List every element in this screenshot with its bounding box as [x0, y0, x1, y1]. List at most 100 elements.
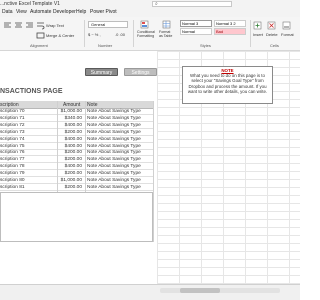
align-right-icon[interactable]	[25, 21, 34, 30]
note-text: What you need to do on this page is to s…	[187, 73, 268, 94]
table-row[interactable]: scription 71 $340.00 Note About Savings Ty…	[0, 116, 153, 122]
row-note: Note About Savings Type	[87, 178, 141, 183]
page-title: NSACTIONS PAGE	[0, 88, 63, 95]
decimal-buttons[interactable]: .0 .00	[115, 32, 125, 37]
ribbon-separator	[250, 20, 251, 47]
horizontal-scrollbar[interactable]	[160, 288, 280, 293]
style-normal32[interactable]: Normal 3 2	[214, 20, 246, 27]
row-amount: $400.00	[64, 136, 82, 142]
row-description: scription 72	[0, 122, 25, 128]
row-description: scription 75	[0, 143, 25, 149]
column-divider	[153, 101, 154, 242]
worksheet[interactable]: Summary Settings NOTE What you need to d…	[0, 51, 300, 284]
table-row[interactable]: scription 72 $400.00 Note About Savings Ty…	[0, 123, 153, 129]
note-box: NOTE What you need to do on this page is…	[182, 66, 273, 104]
ribbon: Wrap Text Merge & Center Alignment Gener…	[0, 17, 300, 51]
row-note: Note About Savings Type	[87, 184, 141, 190]
row-note: Note About Savings Type	[87, 150, 141, 156]
table-row[interactable]: scription 80 $1,000.00 Note About Savings …	[0, 178, 153, 184]
table-row[interactable]: scription 76 $200.00 Note About Savings Ty…	[0, 150, 153, 157]
align-center-icon[interactable]	[14, 21, 23, 30]
row-note: Note About Savings Type	[87, 136, 141, 142]
settings-button[interactable]: Settings	[124, 68, 157, 76]
group-styles-label: Styles	[200, 43, 211, 48]
blank-table-area[interactable]	[0, 192, 153, 242]
table-row[interactable]: scription 79 $200.00 Note About Savings Ty…	[0, 171, 153, 178]
table-row[interactable]: scription 75 $400.00 Note About Savings Ty…	[0, 144, 153, 150]
row-description: scription 73	[0, 129, 25, 135]
table-row[interactable]: scription 70 $1,000.00 Note About Savings …	[0, 109, 153, 115]
style-normal3[interactable]: Normal 3	[180, 20, 212, 27]
format-cells-icon	[282, 21, 291, 30]
row-amount: $340.00	[64, 115, 82, 121]
table-header: scription Amount Note	[0, 101, 153, 109]
group-number-label: Number	[98, 43, 113, 48]
title-bar: ...nctive Excel Template V1 ⌕	[0, 0, 300, 8]
row-description: scription 76	[0, 150, 25, 156]
header-amount: Amount	[63, 102, 81, 108]
delete-cells-icon	[267, 21, 276, 30]
row-note: Note About Savings Type	[87, 143, 141, 149]
scrollbar-thumb[interactable]	[180, 288, 220, 293]
conditional-formatting-button[interactable]: Conditional Formatting	[137, 30, 155, 38]
style-normal[interactable]: Normal	[180, 28, 212, 35]
row-amount: $200.00	[64, 150, 82, 156]
wrap-text-icon	[37, 22, 45, 30]
table-row[interactable]: scription 74 $400.00 Note About Savings Ty…	[0, 137, 153, 143]
row-description: scription 70	[0, 109, 25, 114]
row-amount: $1,000.00	[60, 178, 82, 183]
insert-button[interactable]: Insert	[253, 32, 263, 37]
row-note: Note About Savings Type	[87, 157, 141, 163]
table-row[interactable]: scription 77 $200.00 Note About Savings Ty…	[0, 157, 153, 164]
group-cells-label: Cells	[270, 43, 279, 48]
merge-icon	[36, 32, 45, 39]
tab-view[interactable]: View	[16, 8, 27, 17]
delete-button[interactable]: Delete	[266, 32, 278, 37]
summary-button[interactable]: Summary	[85, 68, 118, 76]
row-note: Note About Savings Type	[87, 109, 141, 114]
row-description: scription 77	[0, 157, 25, 163]
row-amount: $200.00	[64, 129, 82, 135]
row-description: scription 80	[0, 178, 25, 183]
tab-help[interactable]: Help	[76, 8, 86, 17]
format-as-table-button[interactable]: Format as Table	[159, 30, 175, 38]
row-amount: $400.00	[64, 164, 82, 170]
row-note: Note About Savings Type	[87, 122, 141, 128]
table-row[interactable]: scription 78 $400.00 Note About Savings Ty…	[0, 164, 153, 171]
currency-button[interactable]: $ ~ % ,	[88, 32, 101, 37]
row-amount: $200.00	[64, 171, 82, 177]
merge-center-button[interactable]: Merge & Center	[46, 33, 74, 38]
row-amount: $1,000.00	[60, 109, 82, 114]
table-row[interactable]: scription 73 $200.00 Note About Savings Ty…	[0, 130, 153, 136]
header-description: scription	[0, 102, 19, 108]
search-icon: ⌕	[155, 1, 158, 7]
ribbon-tabs: Data View Automate Developer Help Power …	[0, 8, 300, 17]
ribbon-separator	[133, 20, 134, 47]
align-left-icon[interactable]	[3, 21, 12, 30]
ribbon-separator	[84, 20, 85, 47]
row-note: Note About Savings Type	[87, 164, 141, 170]
row-amount: $400.00	[64, 143, 82, 149]
row-description: scription 74	[0, 136, 25, 142]
style-bad[interactable]: Bad	[214, 28, 246, 35]
format-button[interactable]: Format	[281, 32, 294, 37]
row-description: scription 71	[0, 115, 25, 121]
group-alignment-label: Alignment	[30, 43, 48, 48]
format-as-table-icon	[162, 20, 171, 29]
tab-power-pivot[interactable]: Power Pivot	[90, 8, 117, 17]
header-note: Note	[87, 102, 98, 108]
row-amount: $400.00	[64, 122, 82, 128]
row-amount: $200.00	[64, 157, 82, 163]
row-note: Note About Savings Type	[87, 171, 141, 177]
search-box[interactable]: ⌕	[152, 1, 232, 7]
wrap-text-button[interactable]: Wrap Text	[46, 23, 64, 28]
table-row[interactable]: scription 81 $200.00 Note About Savings Ty…	[0, 185, 153, 191]
tab-data[interactable]: Data	[2, 8, 13, 17]
row-description: scription 79	[0, 171, 25, 177]
row-description: scription 78	[0, 164, 25, 170]
tab-automate[interactable]: Automate	[30, 8, 51, 17]
status-bar	[0, 284, 300, 300]
row-amount: $200.00	[64, 184, 82, 190]
tab-developer[interactable]: Developer	[53, 8, 76, 17]
number-format-select[interactable]: General	[88, 21, 128, 28]
